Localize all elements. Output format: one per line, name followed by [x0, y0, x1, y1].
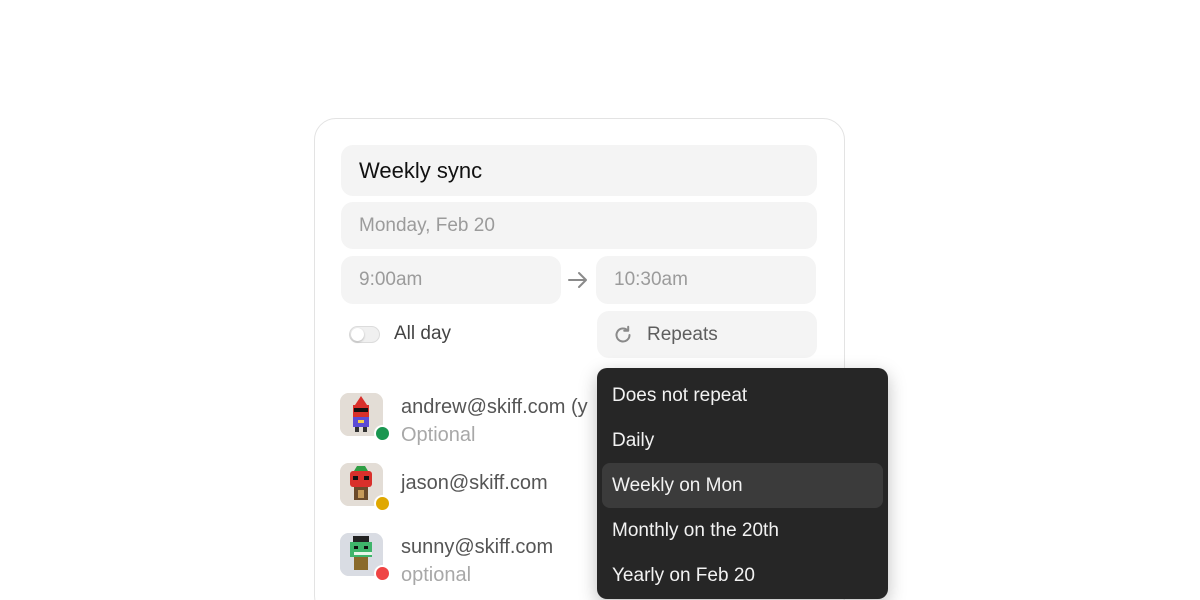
- avatar: [340, 533, 391, 582]
- guest-row[interactable]: andrew@skiff.com (y Optional: [340, 393, 588, 449]
- status-dot-declined: [374, 565, 391, 582]
- guest-email: andrew@skiff.com (y: [401, 396, 588, 418]
- start-time-text: 9:00am: [359, 269, 423, 290]
- start-time-field[interactable]: 9:00am: [341, 256, 561, 304]
- menu-item-monthly[interactable]: Monthly on the 20th: [602, 508, 883, 553]
- avatar: [340, 393, 391, 442]
- toggle-knob: [351, 327, 364, 341]
- guest-email: jason@skiff.com: [401, 472, 548, 494]
- arrow-right-icon: [568, 272, 587, 288]
- guest-optional-label: optional: [401, 564, 472, 586]
- event-title-input[interactable]: Weekly sync: [341, 145, 817, 196]
- guest-row[interactable]: jason@skiff.com: [340, 463, 548, 512]
- guest-optional-label: Optional: [401, 424, 476, 446]
- guest-row[interactable]: sunny@skiff.com optional: [340, 533, 553, 589]
- status-dot-accepted: [374, 425, 391, 442]
- repeats-button[interactable]: Repeats: [597, 311, 817, 358]
- menu-item-weekly[interactable]: Weekly on Mon: [602, 463, 883, 508]
- end-time-text: 10:30am: [614, 269, 688, 290]
- all-day-row: All day: [349, 320, 451, 348]
- menu-item-daily[interactable]: Daily: [602, 418, 883, 463]
- status-dot-maybe: [374, 495, 391, 512]
- all-day-toggle[interactable]: [349, 325, 380, 343]
- event-date-field[interactable]: Monday, Feb 20: [341, 202, 817, 249]
- end-time-field[interactable]: 10:30am: [596, 256, 816, 304]
- repeats-label: Repeats: [647, 323, 718, 345]
- refresh-icon: [615, 325, 631, 342]
- avatar: [340, 463, 391, 512]
- guest-email: sunny@skiff.com: [401, 536, 554, 558]
- all-day-label: All day: [394, 323, 452, 344]
- event-date-text: Monday, Feb 20: [359, 214, 495, 236]
- repeat-options-menu: Does not repeat Daily Weekly on Mon Mont…: [597, 368, 888, 599]
- menu-item-yearly[interactable]: Yearly on Feb 20: [602, 553, 883, 598]
- menu-item-does-not-repeat[interactable]: Does not repeat: [602, 373, 883, 418]
- event-title-text: Weekly sync: [359, 157, 483, 183]
